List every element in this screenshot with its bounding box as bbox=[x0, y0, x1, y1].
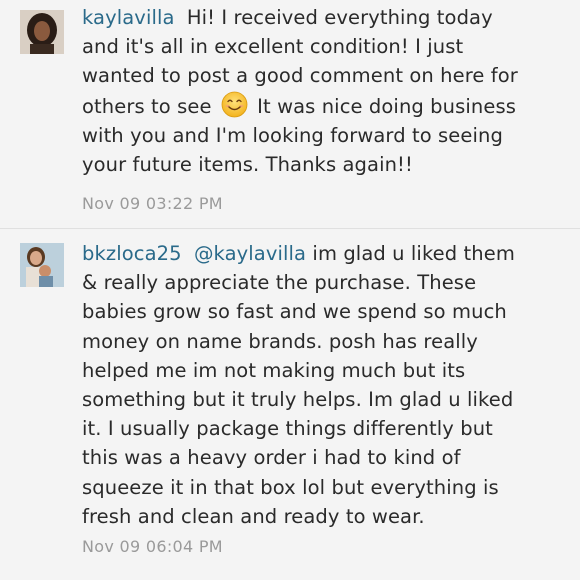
comment-text: im glad u liked them & really appreciate… bbox=[82, 242, 515, 528]
username-link[interactable]: bkzloca25 bbox=[82, 242, 182, 265]
comment-body: bkzloca25 @kaylavilla im glad u liked th… bbox=[82, 239, 522, 531]
avatar-image bbox=[20, 243, 64, 287]
comment-timestamp: Nov 09 03:22 PM bbox=[82, 194, 223, 213]
comment-divider bbox=[0, 228, 580, 229]
username-link[interactable]: kaylavilla bbox=[82, 6, 175, 29]
mention-link[interactable]: @kaylavilla bbox=[194, 242, 306, 265]
comment-timestamp: Nov 09 06:04 PM bbox=[82, 537, 223, 556]
comment-item: kaylavilla Hi! I received everything tod… bbox=[0, 0, 580, 230]
avatar-image bbox=[20, 10, 64, 54]
avatar[interactable] bbox=[20, 243, 64, 287]
avatar[interactable] bbox=[20, 10, 64, 54]
comment-item: bkzloca25 @kaylavilla im glad u liked th… bbox=[0, 230, 580, 580]
comment-body: kaylavilla Hi! I received everything tod… bbox=[82, 3, 522, 179]
smiling-face-emoji-icon bbox=[221, 91, 248, 118]
